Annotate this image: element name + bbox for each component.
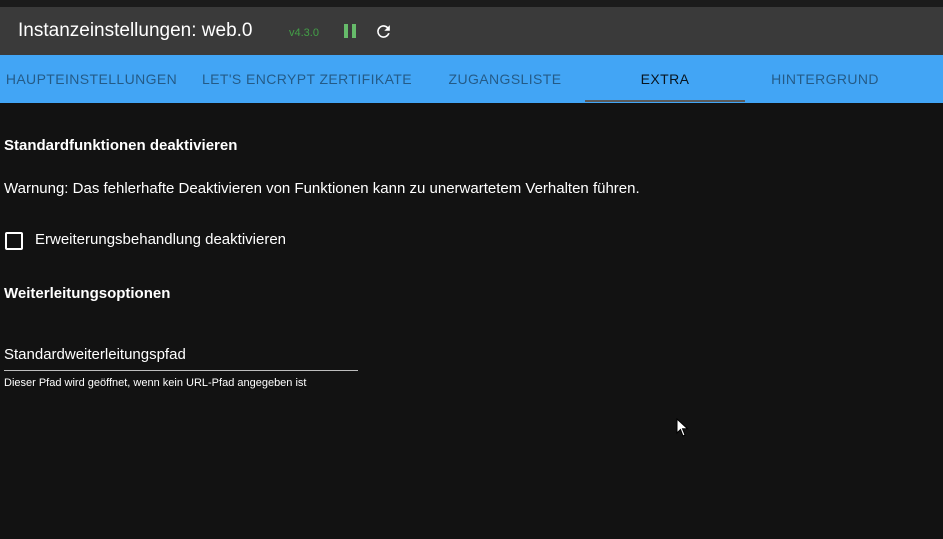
dialog-header: Instanzeinstellungen: web.0 v4.3.0 (0, 7, 943, 55)
warning-text: Warnung: Das fehlerhafte Deaktivieren vo… (4, 180, 640, 197)
default-redirect-path-input[interactable]: Standardweiterleitungspfad (4, 343, 358, 371)
extra-tab-content: Standardfunktionen deaktivieren Warnung:… (0, 103, 943, 539)
tab-lets-encrypt[interactable]: LET'S ENCRYPT ZERTIFIKATE (183, 55, 431, 103)
window-top-strip (0, 0, 943, 7)
checkbox-label[interactable]: Erweiterungsbehandlung deaktivieren (35, 231, 286, 248)
tab-zugangsliste[interactable]: ZUGANGSLISTE (431, 55, 579, 103)
section-title-redirect-options: Weiterleitungsoptionen (4, 285, 171, 302)
redirect-path-helper-text: Dieser Pfad wird geöffnet, wenn kein URL… (4, 377, 307, 389)
disable-extension-handling-checkbox[interactable] (5, 232, 23, 250)
section-title-disable-defaults: Standardfunktionen deaktivieren (4, 137, 238, 154)
tab-extra[interactable]: EXTRA (585, 55, 745, 103)
version-badge: v4.3.0 (289, 27, 319, 39)
tab-haupteinstellungen[interactable]: HAUPTEINSTELLUNGEN (0, 55, 183, 103)
reload-icon[interactable] (374, 22, 393, 41)
tab-hintergrund[interactable]: HINTERGRUND (745, 55, 905, 103)
tab-bar: HAUPTEINSTELLUNGEN LET'S ENCRYPT ZERTIFI… (0, 55, 943, 103)
dialog-title: Instanzeinstellungen: web.0 (18, 20, 253, 41)
pause-icon[interactable] (342, 23, 358, 39)
mouse-cursor-icon (676, 417, 690, 438)
active-tab-indicator (585, 100, 745, 102)
